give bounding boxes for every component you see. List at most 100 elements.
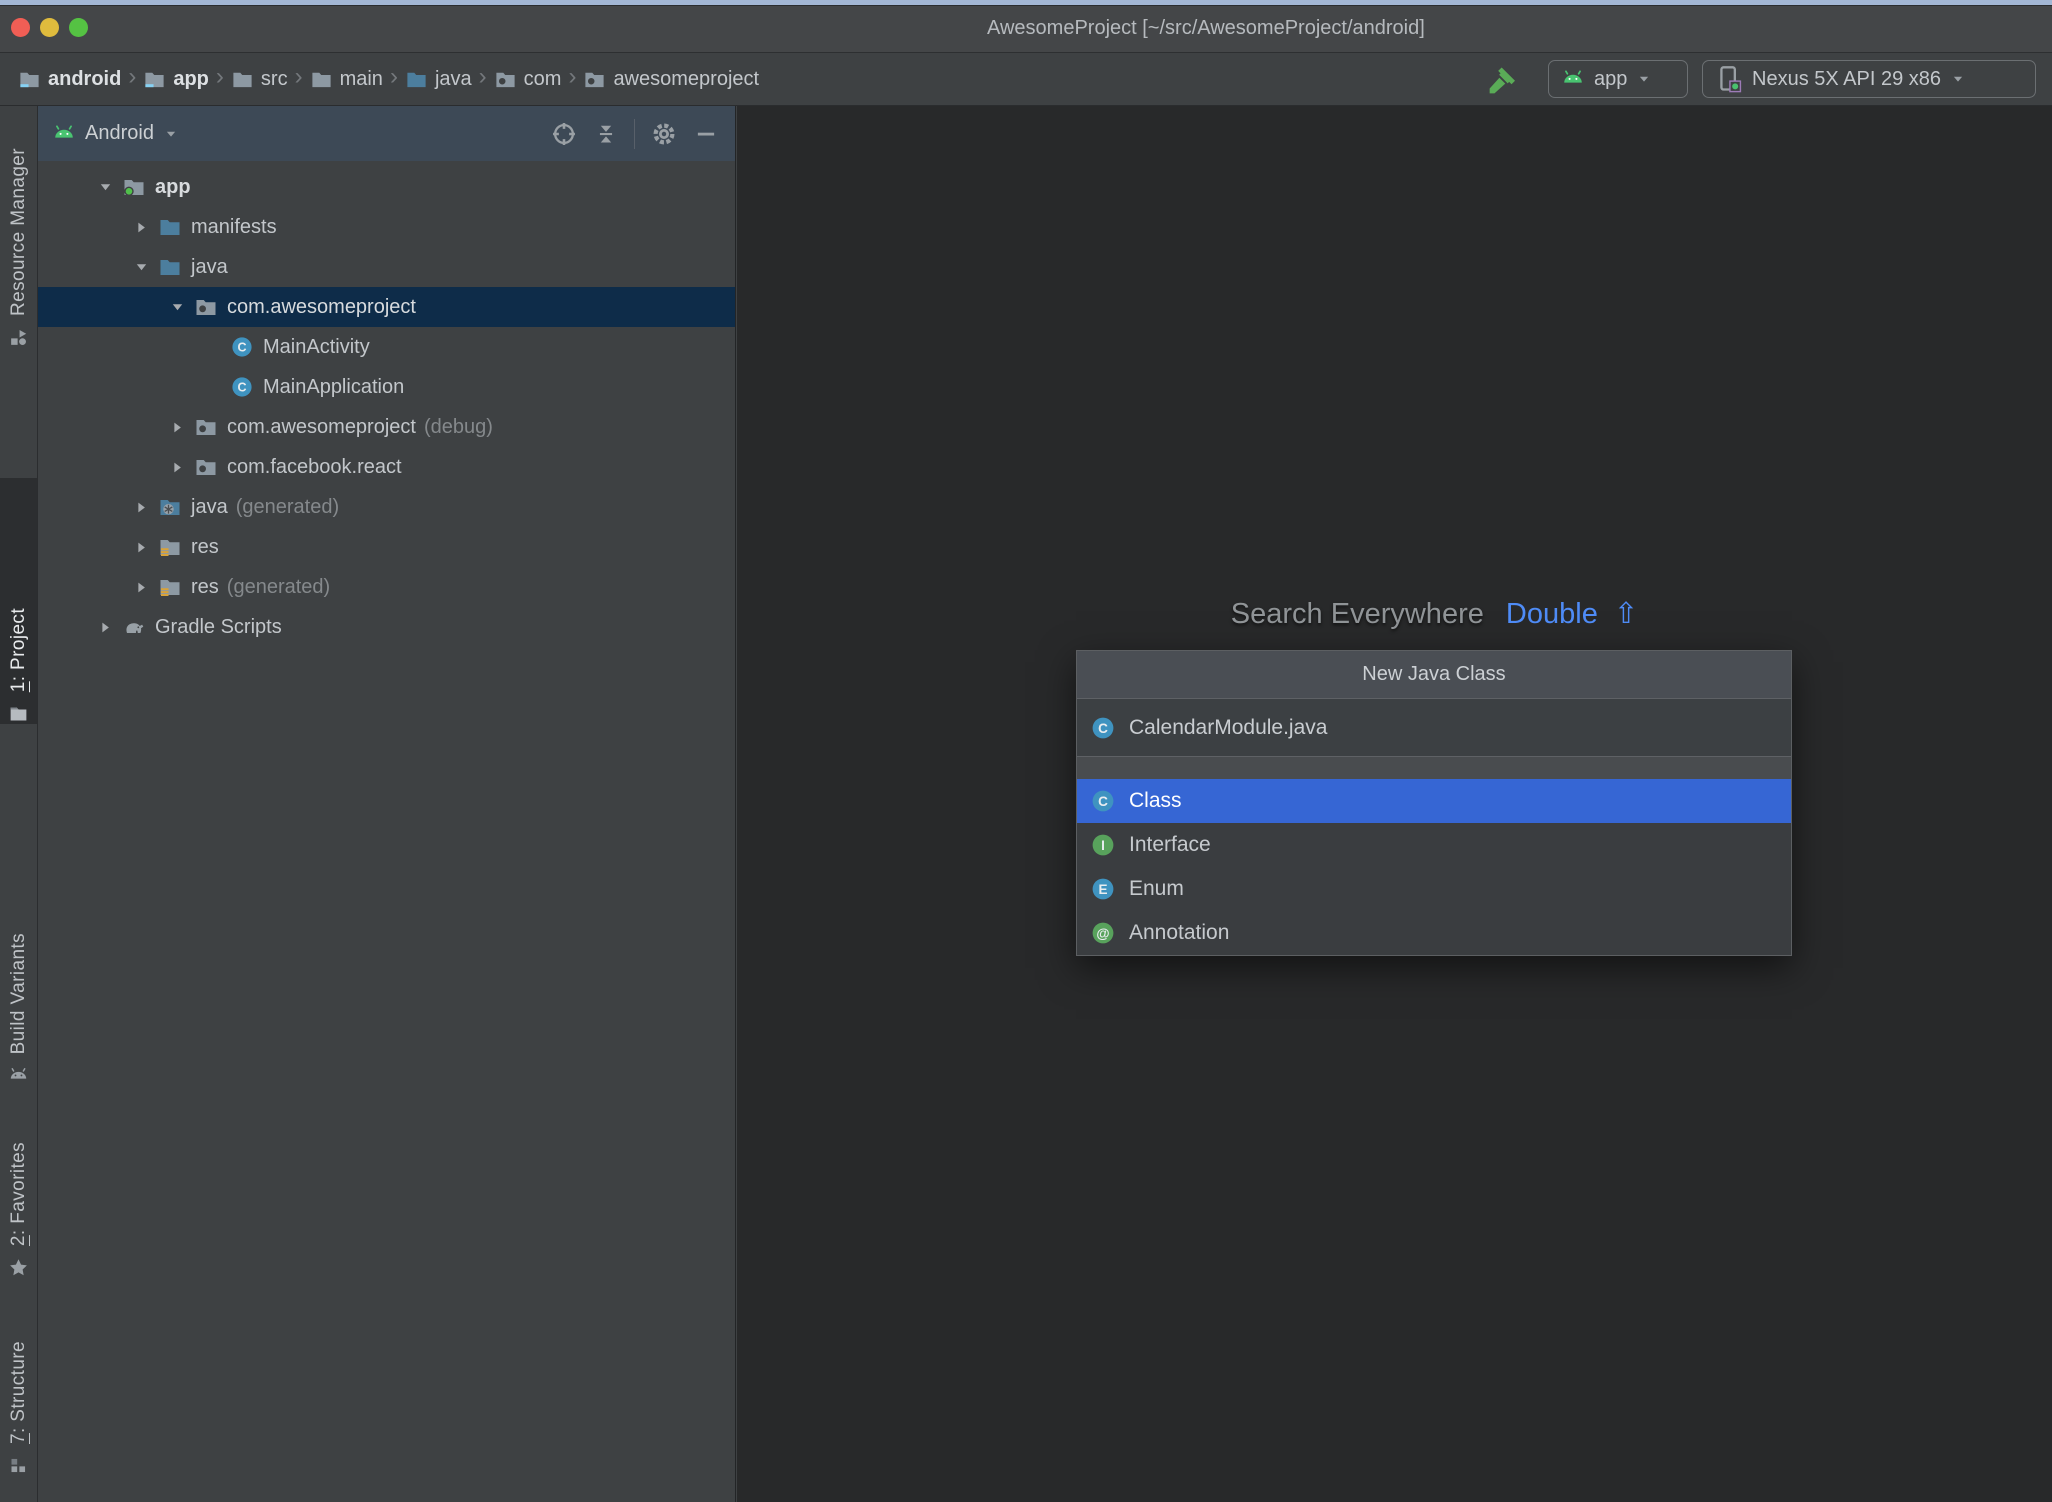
tree-item-java[interactable]: java (generated) [38,487,735,527]
minimize-window-button[interactable] [40,18,59,37]
favorites-star-icon [8,1257,29,1278]
source-folder-icon [158,215,182,239]
breadcrumb: android › app › src › main › java › com › awesomepro… [18,53,759,105]
tree-item-mainapplication[interactable]: C MainApplication [38,367,735,407]
tree-item-label: res [191,535,219,558]
package-icon [494,68,517,91]
resource-manager-icon [8,327,29,348]
tree-item-label: MainActivity [263,335,370,358]
tree-item-com.facebook.react[interactable]: com.facebook.react [38,447,735,487]
kind-option-label: Enum [1129,877,1184,900]
gradle-icon [122,615,146,639]
tree-item-label: MainApplication [263,375,405,398]
chevron-down-icon[interactable] [163,126,179,142]
kind-option-annotation[interactable]: @ Annotation [1077,911,1791,955]
tool-window-label: 7: Structure [7,1340,29,1444]
expand-arrow-icon[interactable] [130,257,152,277]
tool-window-button-resource-manager[interactable]: Resource Manager [0,122,37,348]
window-title: AwesomeProject [~/src/AwesomeProject/and… [987,17,1425,39]
breadcrumb-item-src[interactable]: src [231,68,288,91]
breadcrumb-label: src [260,67,288,90]
new-java-class-popup: New Java Class C CalendarModule.java C Cl… [1076,650,1792,956]
interface-icon: I [1090,832,1116,858]
kind-option-interface[interactable]: I Interface [1077,823,1791,867]
android-icon [52,122,76,146]
breadcrumb-separator-icon: › [389,63,398,90]
tool-window-label: Resource Manager [7,148,29,316]
package-icon [194,295,218,319]
run-configuration-selector[interactable]: app [1548,60,1688,98]
device-phone-icon [1715,65,1743,93]
enum-icon: E [1090,876,1116,902]
breadcrumb-label: android [48,67,122,90]
kind-option-enum[interactable]: E Enum [1077,867,1791,911]
tree-item-manifests[interactable]: manifests [38,207,735,247]
collapse-arrow-icon[interactable] [130,217,152,237]
collapse-arrow-icon[interactable] [130,537,152,557]
breadcrumb-item-com[interactable]: com [494,68,561,91]
build-hammer-icon[interactable] [1487,64,1519,96]
tool-window-label: 2: Favorites [7,1141,29,1246]
package-icon [194,415,218,439]
project-view-selector[interactable]: Android [85,122,154,145]
breadcrumb-separator-icon: › [215,63,224,90]
project-tree: app manifests java com.awesomeproject C MainA… [38,161,735,647]
tree-item-com.awesomeproject[interactable]: com.awesomeproject (debug) [38,407,735,447]
tree-item-mainactivity[interactable]: C MainActivity [38,327,735,367]
class-name-value: CalendarModule.java [1129,715,1328,739]
svg-text:C: C [1098,794,1108,809]
collapse-arrow-icon[interactable] [130,577,152,597]
svg-text:C: C [237,380,246,394]
settings-gear-button[interactable] [650,120,678,148]
tree-item-label: com.awesomeproject [227,415,416,438]
res-folder-icon [158,575,182,599]
chevron-down-icon [1950,71,1966,87]
collapse-arrow-icon[interactable] [130,497,152,517]
tree-item-label: app [155,175,191,198]
breadcrumb-item-main[interactable]: main [310,68,383,91]
collapse-arrow-icon[interactable] [166,417,188,437]
breadcrumb-item-app[interactable]: app [143,68,209,91]
breadcrumb-label: main [339,67,383,90]
device-selector[interactable]: Nexus 5X API 29 x86 [1702,60,2036,98]
expand-arrow-icon[interactable] [166,297,188,317]
tree-item-label: java [191,495,228,518]
tool-window-button-2-favorites[interactable]: 2: Favorites [0,1078,37,1278]
package-icon [583,68,606,91]
close-window-button[interactable] [11,18,30,37]
locate-file-button[interactable] [550,120,578,148]
breadcrumb-label: java [434,67,472,90]
breadcrumb-item-java[interactable]: java [405,68,472,91]
tree-item-annotation: (debug) [423,415,493,438]
class-name-input[interactable]: C CalendarModule.java [1077,699,1791,757]
tree-item-java[interactable]: java [38,247,735,287]
tree-item-gradle-scripts[interactable]: Gradle Scripts [38,607,735,647]
breadcrumb-separator-icon: › [478,63,487,90]
shift-key-icon: ⇧ [1613,598,1639,630]
tree-item-app[interactable]: app [38,167,735,207]
tool-window-button-1-project[interactable]: 1: Project [0,478,37,724]
hide-panel-button[interactable] [693,121,719,147]
tree-item-res[interactable]: res [38,527,735,567]
package-icon [194,455,218,479]
tool-window-button-7-structure[interactable]: 7: Structure [0,1312,37,1476]
tree-item-com.awesomeproject[interactable]: com.awesomeproject [38,287,735,327]
tool-window-button-build-variants[interactable]: Build Variants [0,862,37,1086]
tree-item-res[interactable]: res (generated) [38,567,735,607]
collapse-arrow-icon[interactable] [166,457,188,477]
svg-text:E: E [1098,882,1107,897]
tree-item-label: res [191,575,219,598]
collapse-all-button[interactable] [593,121,619,147]
kind-option-label: Class [1129,789,1182,812]
svg-text:I: I [1101,838,1105,853]
expand-arrow-icon[interactable] [94,177,116,197]
collapse-arrow-icon[interactable] [94,617,116,637]
breadcrumb-item-awesomeproject[interactable]: awesomeproject [583,68,759,91]
title-bar[interactable]: AwesomeProject [~/src/AwesomeProject/and… [0,0,2052,53]
breadcrumb-item-android[interactable]: android [18,68,121,91]
kind-option-class[interactable]: C Class [1077,779,1791,823]
breadcrumb-label: awesomeproject [613,67,760,90]
zoom-window-button[interactable] [69,18,88,37]
arrow-spacer [202,337,224,357]
class-icon: C [1090,715,1116,741]
